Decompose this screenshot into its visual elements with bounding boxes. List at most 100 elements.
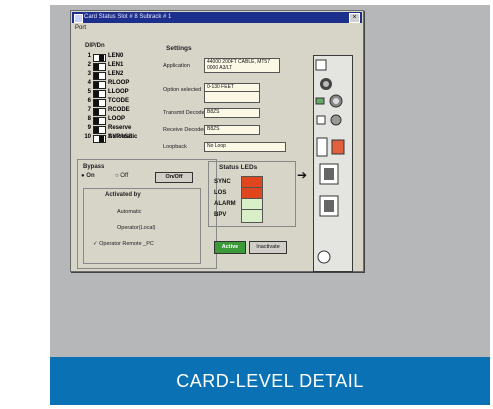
dip-heading: DIP/Dn bbox=[85, 43, 105, 49]
dip-switch-toggle[interactable] bbox=[93, 99, 106, 107]
application-label: Application bbox=[163, 63, 190, 69]
dip-switch-number: 8 bbox=[87, 116, 91, 122]
close-icon[interactable]: × bbox=[349, 13, 360, 23]
dip-switch-row[interactable]: 6 TCODE bbox=[83, 98, 169, 107]
dip-switch-label: LOOP bbox=[108, 116, 126, 122]
dip-extra-label: BYPASS bbox=[108, 134, 133, 140]
dip-switch-toggle[interactable] bbox=[93, 54, 106, 62]
dip-switch-toggle[interactable] bbox=[93, 135, 106, 143]
dip-switch-row[interactable]: 7 RCODE bbox=[83, 107, 169, 116]
card-top-slot bbox=[315, 59, 327, 71]
dip-switch-number: 2 bbox=[87, 62, 91, 68]
window-app-icon bbox=[74, 14, 83, 23]
dip-switch-label: LEN0 bbox=[108, 53, 124, 59]
dip-switch-row[interactable]: 2 LEN1 bbox=[83, 62, 169, 71]
dip-switch-toggle[interactable] bbox=[93, 72, 106, 80]
dip-switch-label: RCODE bbox=[108, 107, 130, 113]
dip-switch-label: LLOOP bbox=[108, 89, 129, 95]
activated-operator-remote[interactable]: ✓ Operator Remote _PC bbox=[93, 241, 154, 247]
dip-switch-number: 3 bbox=[87, 71, 91, 77]
check-icon: ✓ bbox=[93, 241, 98, 247]
dip-switch-row[interactable]: 1 LEN0 bbox=[83, 53, 169, 62]
bypass-on-label: On bbox=[86, 173, 95, 179]
receive-decoder-label: Receive Decoder bbox=[163, 127, 206, 133]
window-titlebar: Card Status Slot # 8 Subrack # 1 × bbox=[72, 12, 362, 23]
dip-switch-knob bbox=[94, 118, 99, 124]
dip-switch-row[interactable]: 5 LLOOP bbox=[83, 89, 169, 98]
dip-switch-knob bbox=[99, 55, 104, 61]
card-status-window: Card Status Slot # 8 Subrack # 1 × Port … bbox=[70, 10, 364, 272]
dip-switch-knob bbox=[94, 127, 99, 133]
window-title: Card Status Slot # 8 Subrack # 1 bbox=[84, 14, 172, 20]
settings-heading: Settings bbox=[166, 45, 192, 52]
status-leds-heading: Status LEDs bbox=[219, 164, 258, 171]
dip-switch-number: 1 bbox=[87, 53, 91, 59]
activated-by-heading: Activated by bbox=[105, 192, 141, 198]
dip-switch-label: Reserve bbox=[108, 125, 132, 131]
application-field[interactable]: 44000 200FT CABLE, MT57 0000 A3/LT bbox=[204, 58, 280, 73]
dip-switch-row[interactable]: 3 LEN2 bbox=[83, 71, 169, 80]
dip-switch-row[interactable]: 8 LOOP bbox=[83, 116, 169, 125]
option-blank-field[interactable] bbox=[204, 91, 260, 103]
bypass-off-radio[interactable]: ○ Off bbox=[115, 173, 128, 179]
dip-switch-number: 6 bbox=[87, 98, 91, 104]
dip-switch-row[interactable]: 9 Reserve bbox=[83, 125, 169, 134]
card-graphic bbox=[313, 55, 353, 272]
dip-switch-knob bbox=[94, 100, 99, 106]
option-selected-label: Option selected bbox=[163, 87, 202, 93]
dip-switch-toggle[interactable] bbox=[93, 117, 106, 125]
dip-switch-number: 9 bbox=[87, 125, 91, 131]
menu-port[interactable]: Port bbox=[75, 25, 86, 31]
dip-switch-knob bbox=[94, 73, 99, 79]
dip-switch-number: 7 bbox=[87, 107, 91, 113]
led-indicator bbox=[241, 209, 263, 223]
card-switch-1 bbox=[316, 115, 326, 125]
card-connector-1-center bbox=[323, 81, 329, 87]
bypass-on-radio[interactable]: ● On bbox=[81, 173, 95, 179]
dip-switch-knob bbox=[94, 82, 99, 88]
activated-operator-local[interactable]: Operator(Local) bbox=[117, 225, 156, 231]
card-connector-2-center bbox=[333, 98, 339, 104]
card-port-1-inner bbox=[324, 168, 334, 180]
bypass-off-label: Off bbox=[120, 173, 129, 179]
bypass-onoff-button[interactable]: On/Off bbox=[155, 172, 193, 183]
caption-banner: CARD-LEVEL DETAIL bbox=[50, 357, 490, 405]
dip-switch-number: 10 bbox=[84, 134, 91, 140]
activated-automatic[interactable]: Automatic bbox=[117, 209, 141, 215]
dip-switch-label: TCODE bbox=[108, 98, 129, 104]
led-label: SYNC bbox=[214, 179, 231, 185]
dip-switch-knob bbox=[99, 136, 104, 142]
caption-text: CARD-LEVEL DETAIL bbox=[176, 370, 364, 391]
loopback-field[interactable]: No Loop bbox=[204, 142, 286, 152]
receive-decoder-field[interactable]: B8ZS bbox=[204, 125, 260, 135]
dip-switch-toggle[interactable] bbox=[93, 81, 106, 89]
arrow-icon: ➔ bbox=[297, 168, 308, 182]
dip-switch-label: LEN1 bbox=[108, 62, 124, 68]
dip-switch-toggle[interactable] bbox=[93, 126, 106, 134]
dip-switch-toggle[interactable] bbox=[93, 63, 106, 71]
activated-operator-remote-label: Operator Remote _PC bbox=[99, 241, 154, 247]
led-label: ALARM bbox=[214, 201, 236, 207]
active-button[interactable]: Active bbox=[214, 241, 246, 254]
led-label: LOS bbox=[214, 190, 227, 196]
led-label: BPV bbox=[214, 212, 227, 218]
dip-switch-row[interactable]: 4 RLOOP bbox=[83, 80, 169, 89]
loopback-label: Loopback bbox=[163, 144, 187, 150]
card-switch-bank bbox=[316, 137, 328, 157]
dip-switch-toggle[interactable] bbox=[93, 108, 106, 116]
dip-switch-label: LEN2 bbox=[108, 71, 124, 77]
card-connector-3 bbox=[330, 114, 342, 126]
transmit-decoder-field[interactable]: B8ZS bbox=[204, 108, 260, 118]
dip-switch-number: 4 bbox=[87, 80, 91, 86]
dip-switch-knob bbox=[94, 91, 99, 97]
dip-switch-knob bbox=[94, 109, 99, 115]
card-port-2-inner bbox=[324, 200, 334, 212]
dip-switch-knob bbox=[94, 64, 99, 70]
card-led-green-1 bbox=[315, 97, 325, 105]
transmit-decoder-label: Transmit Decoder bbox=[163, 110, 207, 116]
card-bottom-latch bbox=[317, 250, 331, 264]
inactivate-button[interactable]: Inactivate bbox=[249, 241, 287, 254]
card-faceplate-svg bbox=[315, 59, 345, 264]
dip-switch-toggle[interactable] bbox=[93, 90, 106, 98]
bypass-heading: Bypass bbox=[83, 164, 105, 170]
